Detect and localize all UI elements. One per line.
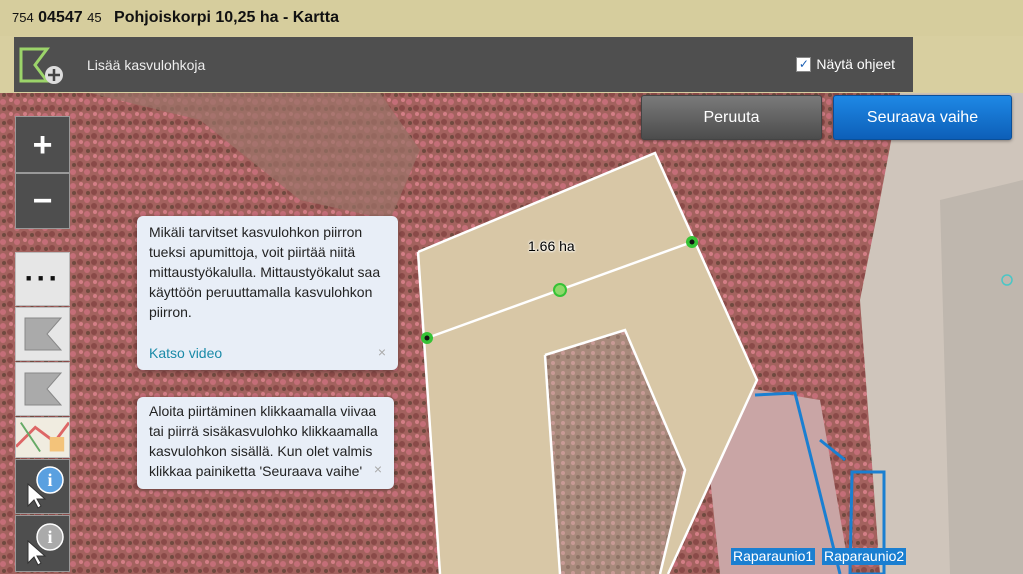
draw-hint-text: Aloita piirtäminen klikkaamalla viivaa t… bbox=[149, 403, 378, 479]
next-step-button[interactable]: Seuraava vaihe bbox=[833, 95, 1012, 140]
measure-hint-text: Mikäli tarvitset kasvulohkon piirron tue… bbox=[149, 224, 381, 320]
zoom-in-button[interactable]: + bbox=[15, 116, 70, 173]
add-parcels-label[interactable]: Lisää kasvulohkoja bbox=[87, 57, 205, 73]
farm-code-prefix: 754 bbox=[12, 10, 34, 25]
toolbar: Lisää kasvulohkoja ✓ Näytä ohjeet bbox=[14, 37, 913, 92]
show-help-toggle[interactable]: ✓ Näytä ohjeet bbox=[796, 56, 895, 72]
basemap-thumbnail[interactable] bbox=[15, 417, 70, 458]
parcel-label-2[interactable]: Raparaunio2 bbox=[822, 548, 907, 565]
close-draw-hint-icon[interactable]: × bbox=[374, 459, 382, 479]
title-bar: 754 04547 45 Pohjoiskorpi 10,25 ha - Kar… bbox=[0, 0, 1023, 36]
farm-code-main: 04547 bbox=[38, 9, 83, 26]
info-tool-alt-button[interactable]: i bbox=[15, 515, 70, 572]
measure-hint-bubble: Mikäli tarvitset kasvulohkon piirron tue… bbox=[137, 216, 398, 370]
close-hint-icon[interactable]: × bbox=[378, 342, 386, 362]
svg-text:i: i bbox=[47, 527, 52, 547]
farm-code-suffix: 45 bbox=[87, 10, 102, 25]
field-title: Pohjoiskorpi 10,25 ha - Kartta bbox=[114, 9, 339, 26]
zoom-out-button[interactable]: − bbox=[15, 173, 70, 229]
show-help-checkbox[interactable]: ✓ bbox=[796, 56, 812, 72]
parcel-label-1[interactable]: Raparaunio1 bbox=[731, 548, 816, 565]
info-cursor-grey-icon: i bbox=[27, 522, 64, 566]
inner-parcel-shape-icon bbox=[24, 372, 62, 406]
map-layer-icon bbox=[16, 418, 69, 457]
parcel-shape-icon bbox=[24, 317, 62, 351]
draw-hint-bubble: Aloita piirtäminen klikkaamalla viivaa t… bbox=[137, 397, 394, 489]
more-tools-button[interactable]: ··· bbox=[15, 252, 70, 306]
watch-video-link[interactable]: Katso video bbox=[149, 343, 222, 363]
show-help-label: Näytä ohjeet bbox=[816, 56, 895, 72]
draw-inner-parcel-tool[interactable] bbox=[15, 362, 70, 416]
info-cursor-icon: i bbox=[27, 465, 64, 509]
info-tool-button[interactable]: i bbox=[15, 459, 70, 514]
add-parcel-icon[interactable] bbox=[17, 41, 67, 87]
draw-parcel-tool[interactable] bbox=[15, 307, 70, 361]
svg-text:i: i bbox=[47, 470, 52, 490]
page-title: 754 04547 45 Pohjoiskorpi 10,25 ha - Kar… bbox=[12, 9, 339, 27]
cancel-button[interactable]: Peruuta bbox=[641, 95, 822, 140]
area-label: 1.66 ha bbox=[528, 238, 575, 254]
